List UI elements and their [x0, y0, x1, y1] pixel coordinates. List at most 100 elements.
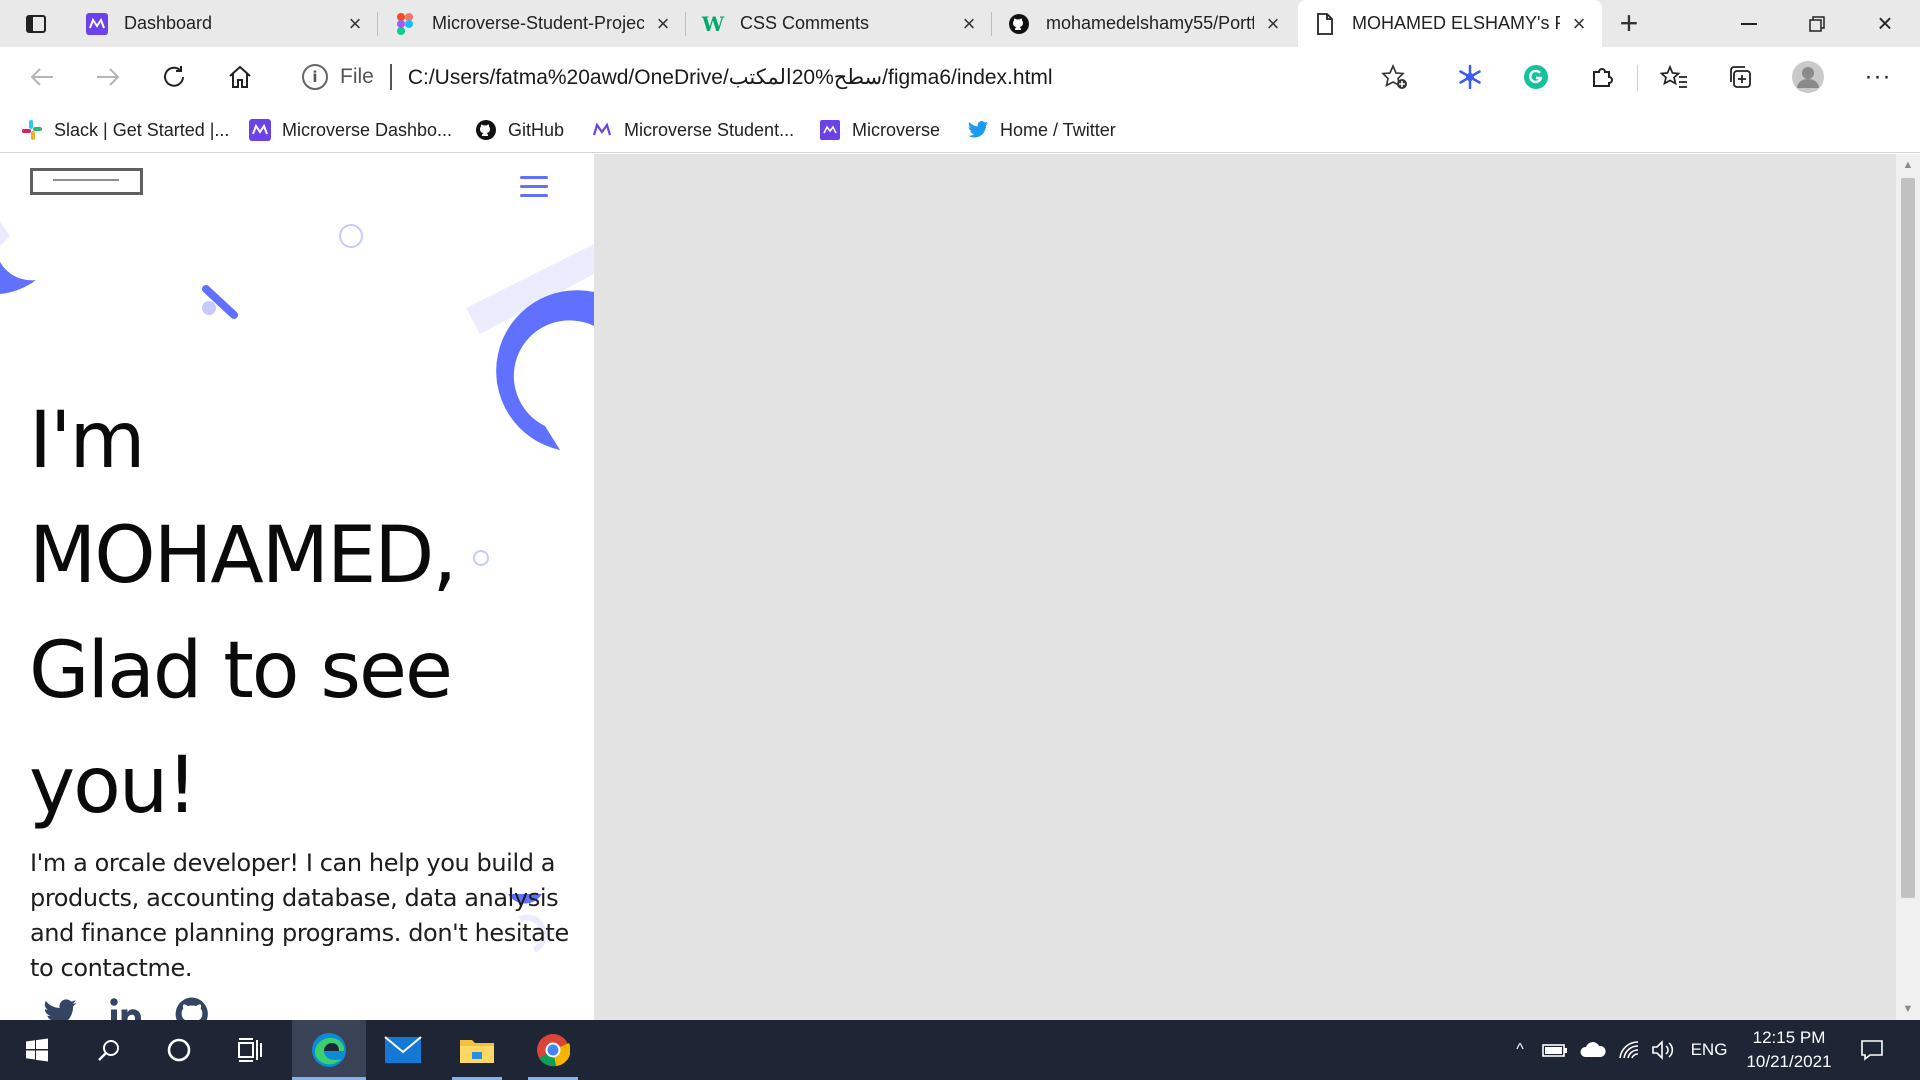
chevron-up-icon: ^ — [1516, 1041, 1524, 1058]
show-hidden-icons-button[interactable]: ^ — [1506, 1020, 1534, 1080]
volume-icon[interactable] — [1648, 1020, 1678, 1080]
menu-bar — [520, 176, 548, 179]
bookmark-label: Slack | Get Started |... — [54, 119, 230, 140]
github-icon — [1008, 13, 1030, 35]
bookmark-twitter[interactable]: Home / Twitter — [966, 115, 1116, 145]
tab-portfolio[interactable]: MOHAMED ELSHAMY's Portfolio × — [1298, 0, 1602, 47]
address-bar[interactable]: i File C:/Users/fatma%20awd/OneDrive/سطح… — [282, 55, 1426, 99]
close-tab-icon[interactable]: × — [652, 12, 674, 35]
battery-icon[interactable] — [1540, 1020, 1570, 1080]
hero-heading: I'm MOHAMED, Glad to see you! — [29, 384, 509, 844]
linkedin-icon[interactable] — [108, 996, 144, 1020]
tab-title: Microverse-Student-Project — [432, 13, 644, 33]
close-tab-icon[interactable]: × — [1568, 12, 1590, 35]
microverse-outline-icon — [590, 118, 614, 142]
search-icon — [98, 1040, 119, 1061]
extensions-button[interactable] — [1582, 57, 1622, 97]
system-clock[interactable]: 12:15 PM 10/21/2021 — [1734, 1026, 1844, 1074]
github-icon[interactable] — [174, 996, 210, 1020]
profile-button[interactable] — [1788, 57, 1828, 97]
search-button[interactable] — [72, 1020, 146, 1080]
hero-line: Glad to see — [29, 626, 453, 716]
info-icon[interactable]: i — [302, 64, 328, 90]
hamburger-menu-icon[interactable] — [520, 176, 548, 198]
favorites-button[interactable] — [1654, 57, 1694, 97]
microverse-small-icon — [818, 118, 842, 142]
scheme-label: File — [340, 65, 374, 88]
forward-arrow-icon — [97, 68, 120, 86]
tab-figma[interactable]: Microverse-Student-Project × — [378, 0, 686, 47]
onedrive-icon[interactable] — [1578, 1020, 1608, 1080]
slack-icon — [20, 118, 44, 142]
logo-mark — [53, 179, 119, 181]
tab-actions-button[interactable] — [14, 10, 58, 38]
language-indicator[interactable]: ENG — [1684, 1020, 1734, 1080]
bookmark-label: Home / Twitter — [1000, 119, 1116, 140]
bookmark-label: Microverse Student... — [624, 119, 795, 140]
home-icon — [229, 65, 251, 88]
url-text[interactable]: C:/Users/fatma%20awd/OneDrive/سطح%20المك… — [408, 65, 1380, 90]
puzzle-icon — [1593, 68, 1613, 87]
close-tab-icon[interactable]: × — [344, 12, 366, 35]
close-tab-icon[interactable]: × — [958, 12, 980, 35]
bookmark-microverse-dashboard[interactable]: Microverse Dashbo... — [248, 115, 452, 145]
close-tab-icon[interactable]: × — [1262, 12, 1284, 35]
vertical-scrollbar[interactable]: ▲ ▼ — [1896, 154, 1920, 1020]
github-icon — [474, 118, 498, 142]
cortana-button[interactable] — [142, 1020, 216, 1080]
favorites-icon — [1660, 64, 1687, 88]
reload-button[interactable] — [154, 57, 194, 97]
windows-logo-icon — [26, 1038, 48, 1062]
minimize-icon — [1741, 22, 1757, 25]
wifi-icon[interactable] — [1614, 1020, 1644, 1080]
browser-viewport: I'm MOHAMED, Glad to see you! I'm a orca… — [0, 154, 1920, 1020]
edge-icon — [312, 1033, 346, 1067]
taskbar-chrome[interactable] — [516, 1020, 590, 1080]
forward-button[interactable] — [88, 57, 128, 97]
task-view-icon — [238, 1038, 262, 1062]
collections-button[interactable] — [1720, 57, 1760, 97]
tab-css-comments[interactable]: W CSS Comments × — [686, 0, 992, 47]
bookmark-microverse-student[interactable]: Microverse Student... — [590, 115, 794, 145]
file-icon — [1314, 12, 1336, 35]
bookmark-label: GitHub — [508, 119, 565, 140]
add-favorite-icon[interactable] — [1380, 62, 1410, 92]
action-center-button[interactable] — [1852, 1020, 1892, 1080]
close-window-button[interactable]: × — [1852, 0, 1918, 47]
scroll-thumb[interactable] — [1901, 178, 1915, 898]
close-icon: × — [1877, 8, 1893, 38]
more-icon: ··· — [1864, 63, 1892, 90]
scroll-up-icon[interactable]: ▲ — [1901, 158, 1915, 172]
tab-dashboard[interactable]: Dashboard × — [70, 0, 378, 47]
social-links — [42, 996, 210, 1020]
snowflake-icon — [1459, 64, 1481, 90]
taskbar-edge[interactable] — [292, 1020, 366, 1080]
back-button[interactable] — [22, 57, 62, 97]
bookmark-github[interactable]: GitHub — [474, 115, 564, 145]
new-tab-button[interactable]: + — [1612, 7, 1646, 40]
taskbar-mail[interactable] — [366, 1020, 440, 1080]
restore-button[interactable] — [1784, 0, 1850, 47]
extension-snowflake-button[interactable] — [1450, 57, 1490, 97]
taskbar-file-explorer[interactable] — [440, 1020, 514, 1080]
start-button[interactable] — [0, 1020, 74, 1080]
tab-title: MOHAMED ELSHAMY's Portfolio — [1352, 13, 1560, 33]
tab-title: Dashboard — [124, 13, 213, 33]
twitter-icon[interactable] — [42, 996, 78, 1020]
tab-github[interactable]: mohamedelshamy55/Portfolio × — [992, 0, 1296, 47]
hero-description: I'm a orcale developer! I can help you b… — [30, 849, 569, 982]
notification-icon — [1861, 1040, 1883, 1061]
folder-icon — [460, 1040, 494, 1063]
grammarly-button[interactable] — [1516, 57, 1556, 97]
minimize-button[interactable] — [1716, 0, 1782, 47]
bookmark-slack[interactable]: Slack | Get Started |... — [20, 115, 229, 145]
scroll-down-icon[interactable]: ▼ — [1901, 1002, 1915, 1016]
microverse-icon — [248, 118, 272, 142]
hero-line: MOHAMED, — [29, 511, 457, 601]
settings-menu-button[interactable]: ··· — [1858, 57, 1898, 97]
home-button[interactable] — [220, 57, 260, 97]
logo[interactable] — [30, 168, 143, 195]
task-view-button[interactable] — [214, 1020, 288, 1080]
toolbar-divider — [1637, 65, 1638, 91]
bookmark-microverse[interactable]: Microverse — [818, 115, 940, 145]
